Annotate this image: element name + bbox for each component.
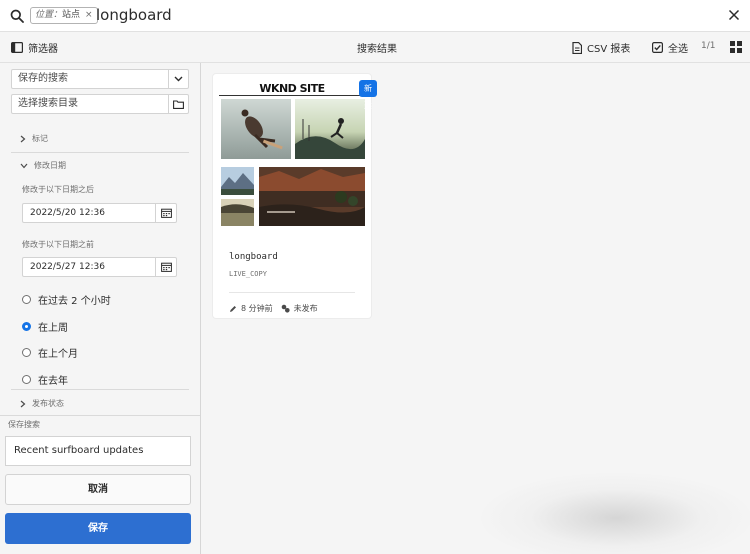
chevron-down-icon	[20, 163, 28, 168]
canyon-photo	[259, 167, 365, 226]
filters-toggle-button[interactable]: 筛选器	[11, 39, 58, 55]
chevron-right-icon	[20, 135, 26, 142]
page-title: 搜索结果	[357, 44, 397, 55]
radio-last-2-hours[interactable]: 在过去 2 个小时	[22, 292, 111, 307]
new-badge: 新建	[359, 80, 377, 110]
publish-status-section-toggle[interactable]: 发布状态	[11, 398, 189, 409]
background-shadow	[481, 473, 750, 554]
modified-time: 8 分钟前	[241, 304, 273, 313]
divider	[0, 415, 200, 416]
radio-button[interactable]	[22, 375, 31, 384]
grid-view-icon[interactable]	[730, 41, 742, 53]
folder-icon[interactable]	[168, 95, 188, 113]
chevron-down-icon[interactable]	[168, 70, 188, 88]
modified-before-label: 修改于以下日期之前	[22, 240, 94, 249]
app-window: 位置：站点 × longboard 筛选器 搜索结果 CSV 报表 全选 1/1…	[0, 0, 750, 554]
saved-search-value: 保存的搜索	[18, 73, 68, 84]
csv-report-button[interactable]: CSV 报表	[572, 40, 630, 55]
card-thumbnail[interactable]: WKND SITE	[219, 79, 365, 229]
divider	[11, 389, 189, 390]
save-button[interactable]: 保存	[5, 513, 191, 544]
radio-label: 在去年	[38, 376, 68, 387]
results-area: WKND SITE 新建 longboard LIVE_COPY 8 分钟前 未…	[201, 63, 750, 554]
calendar-icon[interactable]	[155, 204, 176, 222]
save-search-name-input[interactable]: Recent surfboard updates	[5, 436, 191, 466]
modified-date-section-toggle[interactable]: 修改日期	[11, 160, 189, 171]
chip-close-icon[interactable]: ×	[85, 10, 93, 20]
tags-section-label: 标记	[32, 134, 48, 143]
filter-panel: 保存的搜索 选择搜索目录 标记 修改日期 修改于以下日期之后 2022/5/20…	[0, 63, 201, 554]
modified-after-label: 修改于以下日期之后	[22, 185, 94, 194]
divider	[229, 292, 355, 293]
modified-after-value: 2022/5/20 12:36	[30, 208, 105, 218]
page-counter: 1/1	[701, 41, 716, 51]
select-all-label: 全选	[668, 44, 688, 55]
results-toolbar: 筛选器 搜索结果 CSV 报表 全选 1/1	[0, 32, 750, 63]
radio-label: 在上个月	[38, 349, 78, 360]
tags-section-toggle[interactable]: 标记	[11, 133, 189, 144]
result-card[interactable]: WKND SITE 新建 longboard LIVE_COPY 8 分钟前 未…	[213, 74, 377, 318]
card-title: longboard	[229, 252, 278, 262]
pencil-icon	[230, 305, 236, 312]
select-all-button[interactable]: 全选	[652, 40, 688, 55]
radio-last-week[interactable]: 在上周	[22, 319, 68, 334]
radio-last-year[interactable]: 在去年	[22, 372, 68, 387]
csv-report-label: CSV 报表	[587, 44, 631, 55]
unpublished-icon	[281, 304, 290, 313]
search-input[interactable]: longboard	[96, 5, 172, 25]
search-icon	[10, 9, 24, 23]
save-search-label: 保存搜索	[8, 420, 40, 429]
skatepark-photo	[295, 99, 365, 159]
skater-photo	[221, 99, 291, 159]
document-icon	[572, 41, 582, 54]
site-title: WKND SITE	[259, 82, 325, 95]
radio-button-selected[interactable]	[22, 322, 31, 331]
publish-status-section-label: 发布状态	[32, 399, 64, 408]
lake-photo	[221, 199, 254, 226]
divider	[11, 152, 189, 153]
search-bar: 位置：站点 × longboard	[0, 0, 750, 32]
radio-button[interactable]	[22, 295, 31, 304]
radio-label: 在上周	[38, 323, 68, 334]
radio-label: 在过去 2 个小时	[38, 296, 111, 307]
mountain-photo	[221, 167, 254, 195]
modified-date-section-label: 修改日期	[34, 161, 66, 170]
chevron-right-icon	[20, 400, 26, 407]
search-directory-value: 选择搜索目录	[18, 98, 78, 109]
location-chip[interactable]: 位置：站点 ×	[30, 7, 98, 24]
location-chip-value: 站点	[62, 10, 81, 20]
saved-search-select[interactable]: 保存的搜索	[11, 69, 189, 89]
close-icon[interactable]	[726, 7, 742, 23]
card-subtitle: LIVE_COPY	[229, 270, 267, 278]
modified-before-date-field[interactable]: 2022/5/27 12:36	[22, 257, 177, 277]
side-panel-icon	[11, 41, 23, 53]
publish-status: 未发布	[293, 304, 318, 313]
divider	[219, 95, 365, 96]
search-directory-field[interactable]: 选择搜索目录	[11, 94, 189, 114]
location-chip-label: 位置：	[35, 10, 63, 20]
card-meta: 8 分钟前 未发布	[229, 303, 318, 314]
modified-before-value: 2022/5/27 12:36	[30, 262, 105, 272]
filters-label: 筛选器	[28, 43, 58, 55]
checkbox-icon	[652, 42, 663, 53]
radio-button[interactable]	[22, 348, 31, 357]
cancel-button[interactable]: 取消	[5, 474, 191, 505]
radio-last-month[interactable]: 在上个月	[22, 345, 78, 360]
modified-after-date-field[interactable]: 2022/5/20 12:36	[22, 203, 177, 223]
calendar-icon[interactable]	[155, 258, 176, 276]
